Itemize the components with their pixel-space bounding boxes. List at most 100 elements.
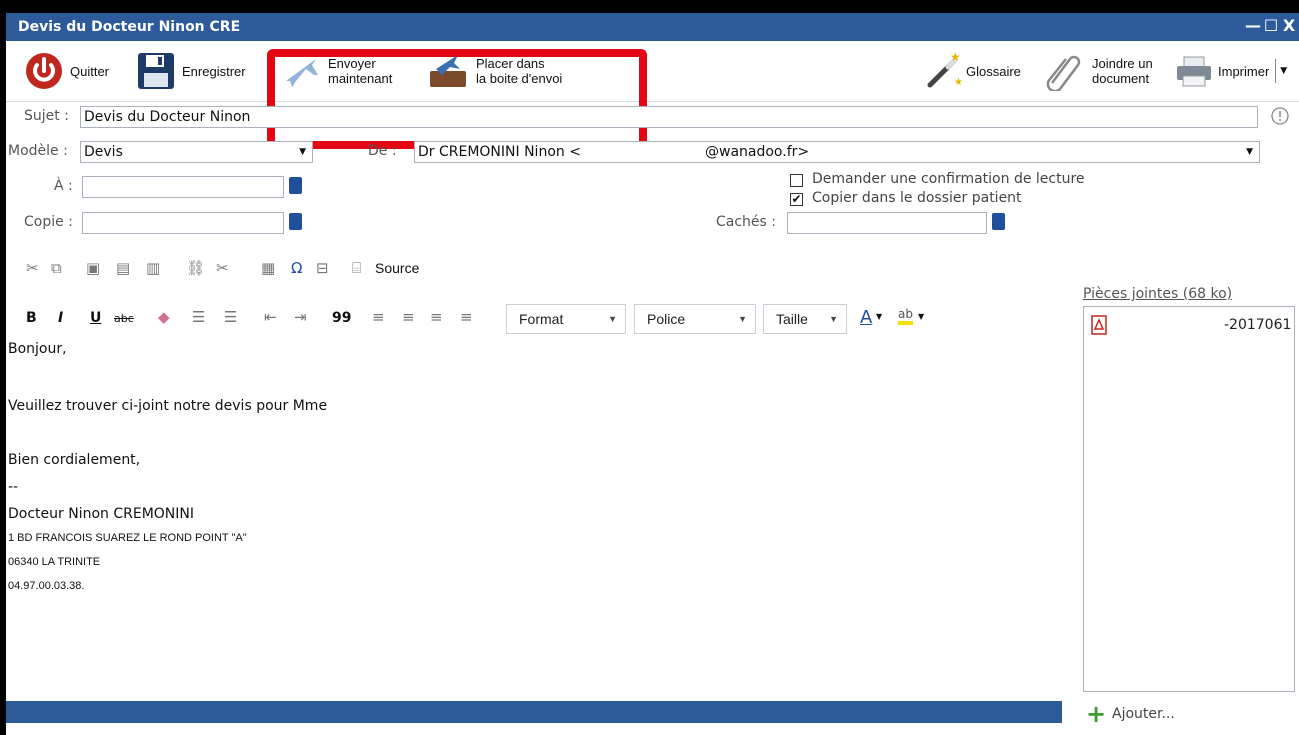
eraser-icon[interactable]: ◆: [158, 308, 170, 326]
address-book-bcc-icon[interactable]: [992, 213, 1005, 230]
paste-icon[interactable]: ▣: [86, 259, 100, 277]
unlink-icon[interactable]: ✂: [216, 259, 229, 277]
font-dropdown[interactable]: Police ▼: [634, 304, 756, 334]
highlight-chevron-down-icon[interactable]: ▼: [918, 312, 924, 321]
indent-icon[interactable]: ⇥: [294, 308, 307, 326]
print-label: Imprimer: [1218, 63, 1270, 79]
link-icon[interactable]: ⛓: [186, 259, 205, 277]
signature-phone: 04.97.00.03.38.: [8, 580, 85, 592]
glossary-button[interactable]: ★ ★ Glossaire: [924, 47, 1021, 95]
template-label: Modèle :: [8, 143, 68, 159]
read-receipt-checkbox[interactable]: [790, 174, 803, 187]
cc-label: Copie :: [24, 214, 73, 230]
copy-patient-checkbox[interactable]: ✔: [790, 193, 803, 206]
signature-separator: --: [8, 479, 19, 495]
floppy-disk-icon: [138, 53, 174, 89]
save-label: Enregistrer: [182, 63, 246, 79]
glossary-label: Glossaire: [966, 63, 1021, 79]
blockquote-button[interactable]: 99: [332, 310, 351, 326]
title-bar: Devis du Docteur Ninon CRE — ☐ X: [6, 13, 1299, 41]
bcc-input[interactable]: [787, 212, 987, 234]
paste-word-icon[interactable]: ▥: [146, 259, 160, 277]
print-button[interactable]: Imprimer ▼: [1174, 47, 1287, 95]
copy-icon[interactable]: ⧉: [51, 259, 62, 277]
editor-status-bar: [6, 701, 1062, 723]
cc-input[interactable]: [82, 212, 284, 234]
align-right-icon[interactable]: ≡: [430, 308, 443, 326]
quit-label: Quitter: [70, 63, 110, 79]
subject-label: Sujet :: [24, 108, 69, 124]
svg-text:★: ★: [954, 77, 963, 88]
message-editor[interactable]: Bonjour, Veuillez trouver ci-joint notre…: [6, 341, 1076, 701]
outbox-button[interactable]: Placer dans la boite d'envoi: [426, 47, 562, 95]
quit-button[interactable]: Quitter: [24, 47, 109, 95]
size-dropdown[interactable]: Taille ▼: [763, 304, 847, 334]
outbox-tray-icon: [430, 55, 466, 87]
send-now-label: Envoyer maintenant: [328, 56, 393, 86]
send-now-button[interactable]: Envoyer maintenant: [282, 47, 392, 95]
paste-text-icon[interactable]: ▤: [116, 259, 130, 277]
bcc-label: Cachés :: [716, 214, 776, 230]
from-select[interactable]: Dr CREMONINI Ninon < @wanadoo.fr> ▼: [414, 141, 1260, 163]
maximize-button[interactable]: ☐: [1263, 18, 1279, 34]
info-icon[interactable]: [1270, 106, 1290, 126]
signature-address-1: 1 BD FRANCOIS SUAREZ LE ROND POINT "A": [8, 532, 247, 544]
template-chevron-down-icon: ▼: [299, 147, 306, 157]
source-button[interactable]: Source: [375, 260, 419, 276]
cut-icon[interactable]: ✂: [26, 259, 39, 277]
italic-button[interactable]: I: [58, 310, 63, 326]
body-line-1: Veuillez trouver ci-joint notre devis po…: [8, 398, 328, 414]
closing-text: Bien cordialement,: [8, 452, 141, 468]
to-label: À :: [54, 178, 73, 194]
bold-button[interactable]: B: [26, 310, 37, 326]
justify-icon[interactable]: ≡: [460, 308, 473, 326]
format-dropdown[interactable]: Format ▼: [506, 304, 626, 334]
paperclip-icon: [1046, 55, 1081, 91]
attachments-header: Pièces jointes (68 ko): [1083, 286, 1233, 302]
align-center-icon[interactable]: ≡: [402, 308, 415, 326]
address-book-to-icon[interactable]: [289, 177, 302, 194]
outbox-label: Placer dans la boite d'envoi: [476, 56, 563, 86]
outdent-icon[interactable]: ⇤: [264, 308, 277, 326]
greeting-text: Bonjour,: [8, 341, 67, 357]
save-button[interactable]: Enregistrer: [136, 47, 246, 95]
subject-input[interactable]: Devis du Docteur Ninon: [80, 106, 1258, 128]
to-input[interactable]: [82, 176, 284, 198]
mail-window: Devis du Docteur Ninon CRE — ☐ X Quitter…: [6, 13, 1299, 735]
font-label: Police: [647, 311, 686, 327]
page-break-icon[interactable]: ⊟: [316, 259, 329, 277]
window-title: Devis du Docteur Ninon CRE: [18, 19, 241, 35]
numbered-list-icon[interactable]: ☰: [192, 308, 205, 326]
add-icon[interactable]: +: [1086, 702, 1106, 726]
attachments-list[interactable]: -2017061: [1083, 306, 1295, 692]
print-dropdown-arrow-icon[interactable]: ▼: [1280, 66, 1287, 76]
format-label: Format: [519, 311, 564, 327]
minimize-button[interactable]: —: [1245, 18, 1261, 34]
read-receipt-label: Demander une confirmation de lecture: [812, 171, 1085, 187]
from-value: Dr CREMONINI Ninon <: [418, 144, 581, 160]
bullet-list-icon[interactable]: ☰: [224, 308, 237, 326]
attachment-filename[interactable]: -2017061: [1224, 317, 1291, 333]
size-label: Taille: [776, 311, 808, 327]
template-select[interactable]: Devis ▼: [80, 141, 313, 163]
strike-button[interactable]: abc: [114, 312, 134, 325]
close-button[interactable]: X: [1281, 18, 1297, 34]
address-book-cc-icon[interactable]: [289, 213, 302, 230]
copy-patient-label: Copier dans le dossier patient: [812, 190, 1022, 206]
align-left-icon[interactable]: ≡: [372, 308, 385, 326]
highlight-color-button[interactable]: ab: [898, 307, 913, 325]
signature-address-2: 06340 LA TRINITE: [8, 556, 101, 568]
font-color-chevron-down-icon[interactable]: ▼: [876, 312, 882, 321]
format-chevron-down-icon: ▼: [608, 314, 617, 324]
from-chevron-down-icon: ▼: [1246, 147, 1253, 157]
power-icon: [26, 53, 62, 89]
add-attachment-button[interactable]: Ajouter...: [1112, 706, 1175, 722]
underline-button[interactable]: U: [90, 310, 101, 326]
table-icon[interactable]: ▦: [261, 259, 275, 277]
size-chevron-down-icon: ▼: [829, 314, 838, 324]
special-char-icon[interactable]: Ω: [291, 259, 302, 277]
font-color-button[interactable]: A: [860, 307, 872, 328]
attach-document-button[interactable]: Joindre un document: [1042, 47, 1153, 95]
ribbon-toolbar: Quitter Enregistrer Envoyer maintenant P…: [6, 41, 1299, 149]
source-code-icon[interactable]: ⌸: [352, 259, 361, 277]
